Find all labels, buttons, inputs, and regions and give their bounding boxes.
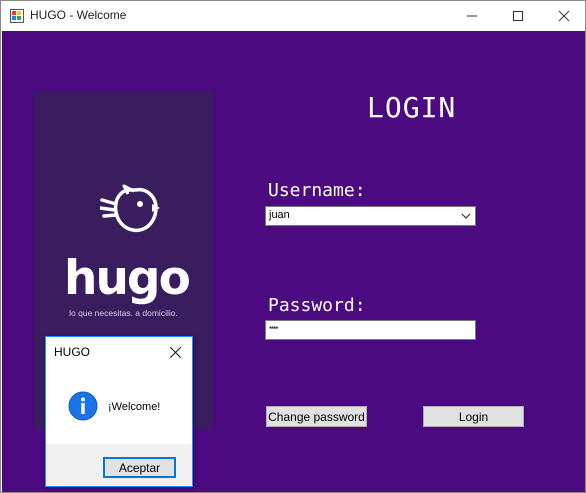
logo-tagline: lo que necesitas. a domicilio.	[69, 308, 178, 318]
title-bar[interactable]: HUGO - Welcome	[1, 1, 585, 31]
close-icon	[559, 11, 569, 21]
close-icon	[169, 346, 181, 358]
password-masked-value: ****	[269, 325, 279, 334]
password-field[interactable]: ****	[265, 320, 476, 340]
bird-icon	[100, 184, 160, 233]
maximize-icon	[513, 11, 523, 21]
hugo-wordmark: hugo	[64, 251, 191, 306]
minimize-button[interactable]	[449, 1, 495, 31]
dialog-message: ¡Welcome!	[108, 401, 161, 413]
login-button[interactable]: Login	[423, 406, 524, 427]
dialog-title: HUGO	[54, 345, 90, 359]
login-title: LOGIN	[367, 91, 457, 124]
chevron-down-icon[interactable]	[461, 211, 471, 221]
dialog-close-button[interactable]	[164, 341, 186, 363]
app-icon	[10, 9, 24, 23]
password-label: Password:	[268, 295, 366, 316]
change-password-button[interactable]: Change password	[266, 406, 367, 427]
username-combobox[interactable]: juan	[265, 206, 476, 226]
close-button[interactable]	[541, 1, 585, 31]
welcome-dialog: HUGO ¡Welcome! Aceptar	[45, 336, 193, 487]
maximize-button[interactable]	[495, 1, 541, 31]
ok-button[interactable]: Aceptar	[103, 457, 176, 478]
info-icon	[68, 391, 98, 421]
minimize-icon	[467, 15, 477, 17]
username-value: juan	[269, 209, 290, 221]
window-title: HUGO - Welcome	[30, 8, 127, 22]
username-label: Username:	[268, 180, 366, 201]
dialog-footer: Aceptar	[46, 444, 192, 486]
main-window: HUGO - Welcome hugo lo que necesitas. a …	[0, 0, 586, 493]
